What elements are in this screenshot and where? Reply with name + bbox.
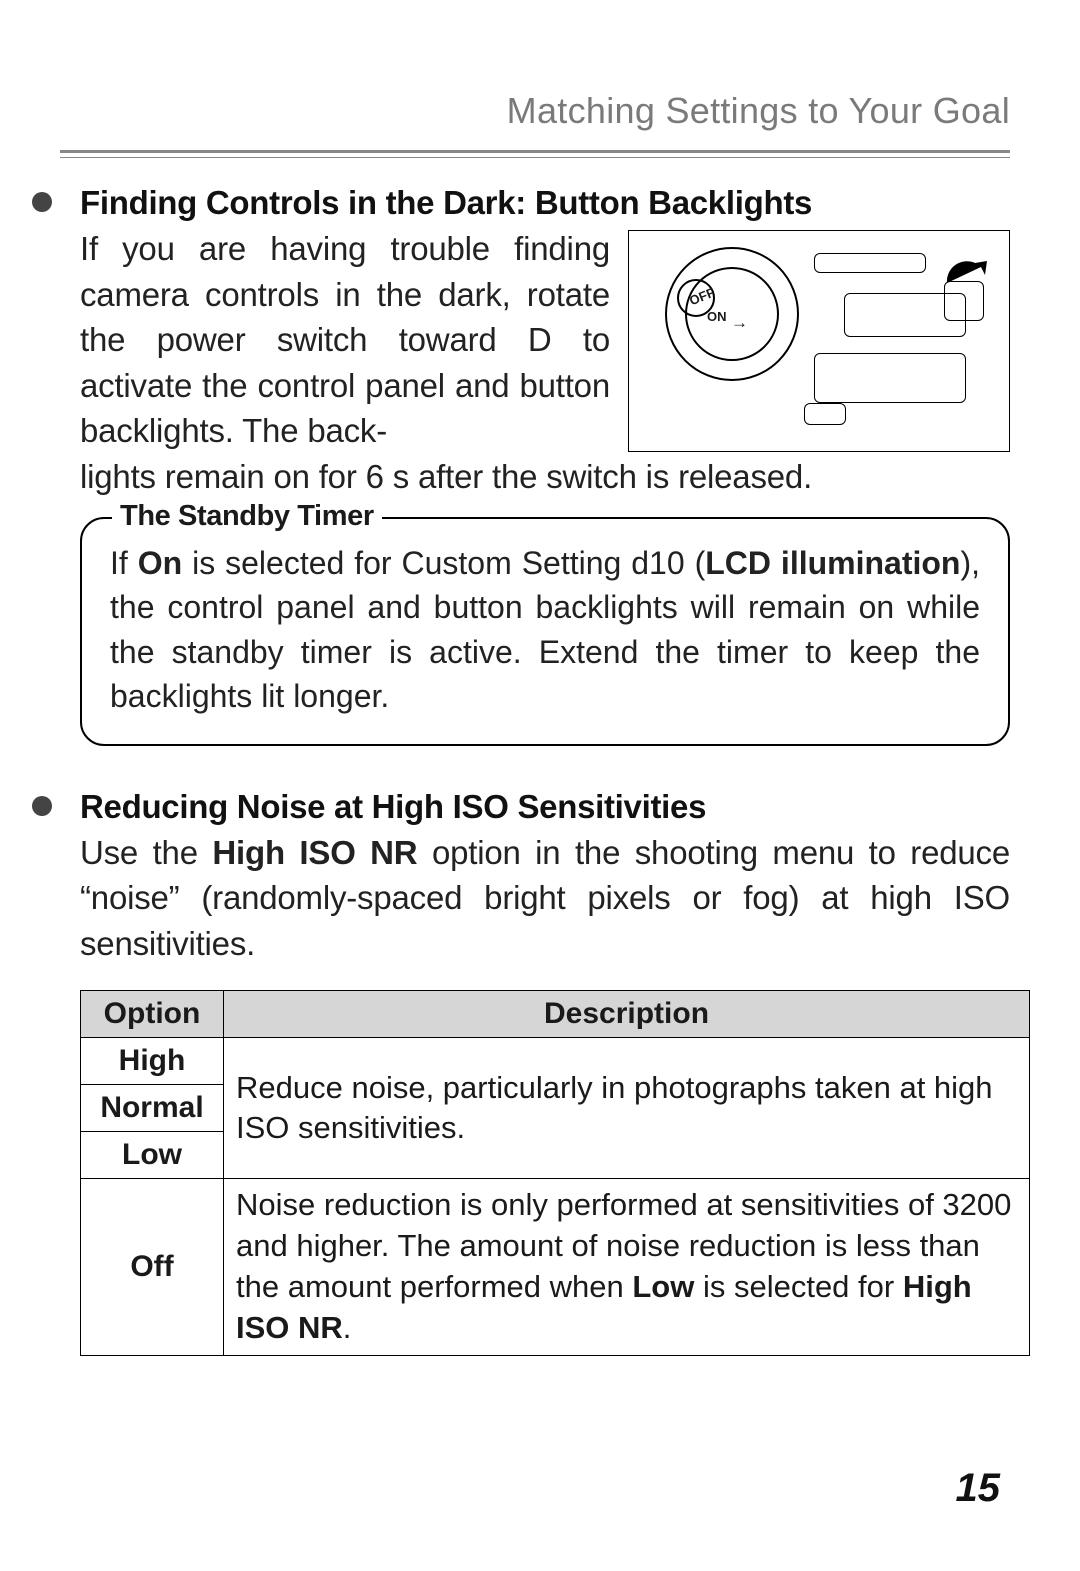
section-body-text: If you are having trouble finding camera… (80, 226, 610, 454)
callout-body: If On is selected for Custom Setting d10… (110, 541, 980, 718)
table-row: Off Noise reduction is only performed at… (81, 1179, 1030, 1356)
section-bullet-icon (32, 192, 52, 212)
table-header-description: Description (224, 991, 1030, 1038)
table-header-option: Option (81, 991, 224, 1038)
section-title: Finding Controls in the Dark: Button Bac… (80, 184, 1010, 222)
manual-page: Matching Settings to Your Goal Finding C… (0, 0, 1080, 1571)
option-cell-normal: Normal (81, 1085, 224, 1132)
section-high-iso-nr: Reducing Noise at High ISO Sensitivities… (60, 788, 1010, 1356)
description-cell-off: Noise reduction is only performed at sen… (224, 1179, 1030, 1356)
option-cell-off: Off (81, 1179, 224, 1356)
option-cell-high: High (81, 1038, 224, 1085)
page-header-title: Matching Settings to Your Goal (60, 90, 1010, 132)
high-iso-nr-table: Option Description High Reduce noise, pa… (80, 990, 1030, 1356)
section-backlights: Finding Controls in the Dark: Button Bac… (60, 184, 1010, 746)
table-header-row: Option Description (81, 991, 1030, 1038)
section-title: Reducing Noise at High ISO Sensitivities (80, 788, 1010, 826)
header-divider (60, 150, 1010, 158)
page-number: 15 (956, 1466, 1001, 1511)
section-bullet-icon (32, 796, 52, 816)
section-body-text-continued: lights remain on for 6 s after the switc… (80, 454, 1010, 500)
camera-diagram: OFF ON → (628, 230, 1010, 452)
option-cell-low: Low (81, 1132, 224, 1179)
dial-label-on: ON (707, 309, 727, 324)
section-body-text: Use the High ISO NR option in the shooti… (80, 830, 1010, 967)
rotate-arrow-icon (941, 253, 989, 301)
callout-title: The Standby Timer (112, 500, 382, 533)
dial-arrow-icon: → (731, 313, 748, 333)
standby-timer-callout: The Standby Timer If On is selected for … (80, 517, 1010, 746)
description-cell-group: Reduce noise, particularly in photograph… (224, 1038, 1030, 1179)
table-row: High Reduce noise, particularly in photo… (81, 1038, 1030, 1085)
